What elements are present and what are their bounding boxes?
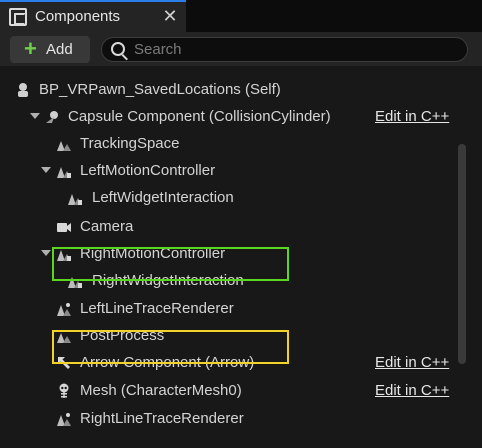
chevron-down-icon[interactable] xyxy=(41,250,51,256)
scrollbar[interactable] xyxy=(458,144,466,364)
pawn-icon xyxy=(18,83,28,97)
tree-item-label: Camera xyxy=(80,218,134,235)
plus-icon: + xyxy=(24,36,37,61)
highlight-box-left-widget xyxy=(52,247,289,281)
tree-item-label: Mesh (CharacterMesh0) xyxy=(80,382,242,399)
add-button-label: Add xyxy=(46,41,73,58)
tree-item-leftmotioncontroller[interactable]: LeftMotionController xyxy=(0,157,470,184)
tree-item-label: LeftMotionController xyxy=(80,162,216,179)
component-tree: BP_VRPawn_SavedLocations (Self) Capsule … xyxy=(0,66,482,448)
tree-item-label: Capsule Component (CollisionCylinder) xyxy=(68,108,331,125)
tab-title: Components xyxy=(35,8,121,25)
tree-item-rightlinetracerenderer[interactable]: RightLineTraceRenderer xyxy=(0,405,470,432)
tree-item-capsule[interactable]: Capsule Component (CollisionCylinder) Ed… xyxy=(0,103,470,130)
chevron-down-icon[interactable] xyxy=(41,167,51,173)
tree-item-label: BP_VRPawn_SavedLocations (Self) xyxy=(39,81,281,98)
add-button[interactable]: + Add xyxy=(10,36,90,63)
search-input[interactable] xyxy=(134,40,454,59)
tree-item-label: LeftLineTraceRenderer xyxy=(80,300,234,317)
components-logo-icon xyxy=(9,8,27,26)
tree-item-self[interactable]: BP_VRPawn_SavedLocations (Self) xyxy=(0,76,470,103)
search-icon xyxy=(111,42,125,56)
tree-item-label: LeftWidgetInteraction xyxy=(92,189,234,206)
line-trace-icon xyxy=(57,413,71,426)
highlight-box-right-widget xyxy=(52,330,289,364)
edit-in-cpp-link[interactable]: Edit in C++ xyxy=(375,382,449,399)
camera-icon xyxy=(57,223,71,232)
tree-item-leftlinetracerenderer[interactable]: LeftLineTraceRenderer xyxy=(0,295,470,322)
skeleton-icon xyxy=(59,383,69,398)
close-icon[interactable]: ✕ xyxy=(162,6,178,26)
tree-item-camera[interactable]: Camera xyxy=(0,213,470,240)
tab-bar: Components ✕ xyxy=(0,0,482,32)
tree-item-mesh[interactable]: Mesh (CharacterMesh0) Edit in C++ xyxy=(0,377,470,404)
edit-in-cpp-link[interactable]: Edit in C++ xyxy=(375,108,449,125)
search-box[interactable] xyxy=(101,37,468,62)
toolbar: + Add xyxy=(0,32,482,66)
capsule-icon xyxy=(46,111,58,123)
widget-interaction-icon xyxy=(68,194,82,205)
tree-item-label: TrackingSpace xyxy=(80,135,180,152)
edit-in-cpp-link[interactable]: Edit in C++ xyxy=(375,354,449,371)
tab-components[interactable]: Components ✕ xyxy=(0,0,186,32)
tree-item-label: RightLineTraceRenderer xyxy=(80,410,244,427)
line-trace-icon xyxy=(57,303,71,316)
chevron-down-icon[interactable] xyxy=(30,113,40,119)
motion-controller-icon xyxy=(57,167,71,178)
tree-item-trackingspace[interactable]: TrackingSpace xyxy=(0,130,470,157)
scene-icon xyxy=(57,141,71,151)
tree-item-leftwidgetinteraction[interactable]: LeftWidgetInteraction xyxy=(0,184,470,211)
